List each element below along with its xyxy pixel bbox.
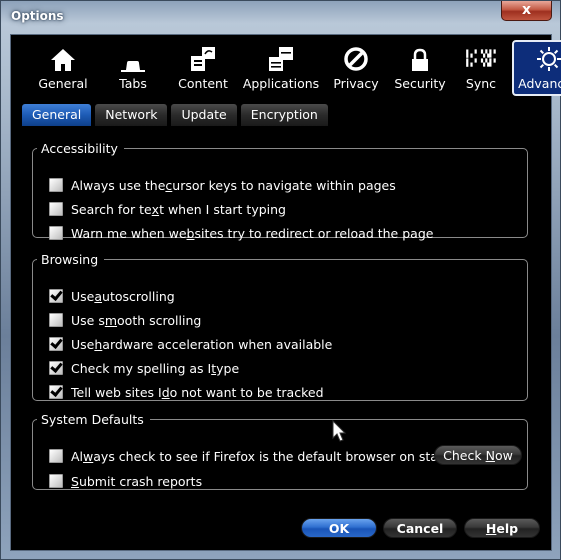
pane-label: Privacy [333,76,379,91]
pane-label: Content [178,76,228,91]
lock-icon [388,46,452,72]
cursor-keys-option[interactable]: Always use the c ursor keys to navigate w… [49,176,396,194]
pane-privacy[interactable]: Privacy [324,40,388,96]
crash-reports-option[interactable]: Submit crash reports [49,472,202,490]
window-title: Options [11,9,64,23]
subtab-network[interactable]: Network [95,104,168,126]
subtab-update[interactable]: Update [171,104,237,126]
pane-label: General [38,76,88,91]
pane-content[interactable]: Content [168,40,238,96]
system-defaults-group: System Defaults Al w ays check to see if F… [32,412,528,490]
warn-redirect-option[interactable]: Warn me when we b sites try to redirect o… [49,224,433,242]
default-browser-check-option[interactable]: Al w ays check to see if Firefox is the de… [49,447,464,465]
checkbox[interactable] [49,226,63,240]
pane-label: Sync [465,76,497,91]
group-title: Browsing [41,252,99,267]
applications-icon [238,46,324,72]
checkbox[interactable] [49,202,63,216]
pane-tabs[interactable]: Tabs [98,40,168,96]
content-icon [168,46,238,72]
browsing-group: Browsing Use a utoscrolling Use s m ooth sc… [32,252,528,401]
accessibility-group: Accessibility Always use the c ursor keys… [32,141,528,241]
checkbox[interactable] [49,474,63,488]
checkbox[interactable] [49,289,63,303]
close-icon: x [521,2,532,18]
hardware-acceleration-option[interactable]: Use h ardware acceleration when available [49,335,332,353]
spell-check-option[interactable]: Check my spelling as I t ype [49,359,239,377]
check-now-button[interactable]: Check Now [434,445,522,465]
ok-button[interactable]: OK [301,518,377,538]
checkbox[interactable] [49,449,63,463]
home-icon [28,46,98,72]
gear-icon [514,46,561,72]
pane-label: Applications [242,76,320,91]
search-when-typing-option[interactable]: Search for te x t when I start typing [49,200,286,218]
do-not-track-option[interactable]: Tell web sites I do not want to be track… [49,383,324,401]
pane-general[interactable]: General [28,40,98,96]
pane-sync[interactable]: ▌▖▘▝▞▟▝ ▌▖▘▝▞▟▝ Sync [452,40,510,96]
checkbox[interactable] [49,361,63,375]
group-title: System Defaults [41,412,144,427]
advanced-subtabs: General Network Update Encryption [22,104,328,126]
close-button[interactable]: x [501,1,552,21]
pane-applications[interactable]: Applications [238,40,324,96]
mouse-cursor-icon [332,420,347,442]
checkbox[interactable] [49,313,63,327]
pane-label: Advanced [518,76,561,91]
cancel-button[interactable]: Cancel [383,518,457,538]
pane-advanced[interactable]: Advanced [512,40,561,96]
checkbox[interactable] [49,385,63,399]
autoscrolling-option[interactable]: Use a utoscrolling [49,287,175,305]
pane-security[interactable]: Security [388,40,452,96]
preference-panes: General Tabs Content Applications Privac… [28,40,561,96]
checkbox[interactable] [49,337,63,351]
help-button[interactable]: Help [464,518,540,538]
subtab-general[interactable]: General [22,104,92,126]
privacy-icon [324,46,388,72]
subtab-encryption[interactable]: Encryption [240,104,328,126]
sync-icon: ▌▖▘▝▞▟▝ ▌▖▘▝▞▟▝ [466,50,496,67]
tabs-icon [98,46,168,72]
checkbox[interactable] [49,178,63,192]
pane-label: Tabs [119,76,147,91]
dialog-content: General Tabs Content Applications Privac… [10,34,561,551]
options-window: Options x General Tabs Content Applicati… [0,0,561,560]
pane-label: Security [394,76,446,91]
smooth-scrolling-option[interactable]: Use s m ooth scrolling [49,311,201,329]
group-title: Accessibility [41,141,118,156]
